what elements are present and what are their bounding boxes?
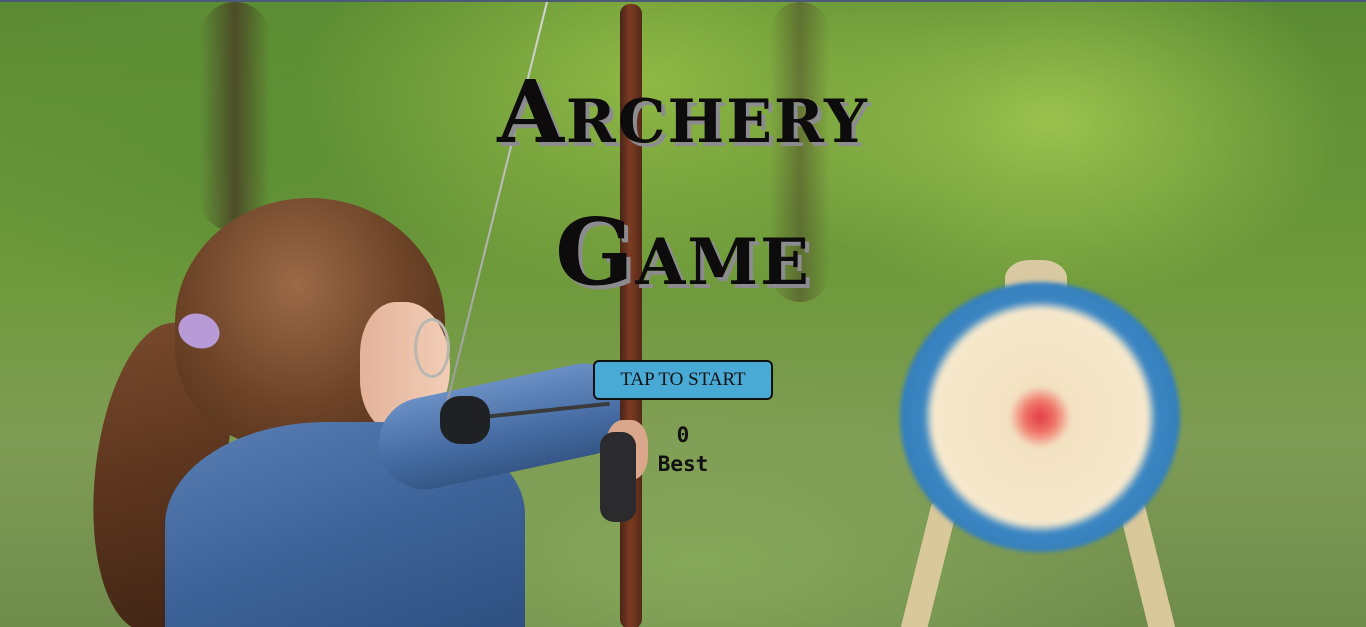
game-title-line1: Archery xyxy=(497,62,869,163)
archer-glasses xyxy=(414,318,450,378)
tap-to-start-button[interactable]: TAP TO START xyxy=(593,360,773,400)
best-score-label: Best xyxy=(657,452,709,476)
archery-target xyxy=(900,282,1180,552)
best-score-value: 0 xyxy=(676,423,690,447)
game-title-line2: Game xyxy=(555,198,811,306)
